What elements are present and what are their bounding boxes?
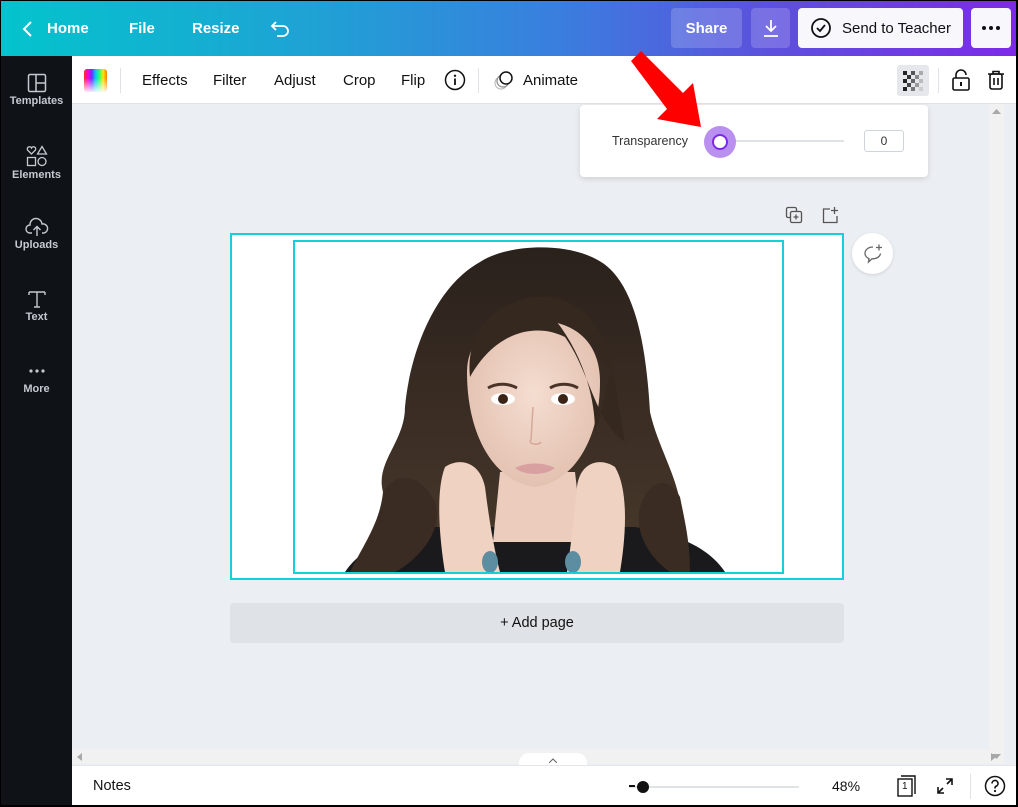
top-header: Home File Resize Share Send to Teacher [1, 1, 1016, 56]
elements-icon [26, 145, 48, 167]
duplicate-page-icon [785, 206, 803, 224]
help-button[interactable] [984, 775, 1006, 802]
sidebar-item-templates[interactable]: Templates [1, 73, 72, 137]
crop-button[interactable]: Crop [343, 56, 376, 104]
chevron-left-icon [22, 20, 32, 37]
send-to-teacher-button[interactable]: Send to Teacher [798, 8, 963, 48]
share-button[interactable]: Share [671, 8, 742, 48]
color-picker-swatch[interactable] [84, 69, 107, 92]
sidebar-item-uploads[interactable]: Uploads [1, 217, 72, 281]
file-menu-button[interactable]: File [129, 1, 155, 56]
bottom-divider [970, 774, 971, 799]
delete-button[interactable] [986, 56, 1006, 104]
zoom-percentage[interactable]: 48% [832, 778, 860, 794]
add-page-icon [822, 207, 838, 224]
flip-label: Flip [401, 71, 426, 89]
sidebar-item-elements[interactable]: Elements [1, 145, 72, 209]
zoom-slider-handle[interactable] [637, 781, 649, 793]
sidebar-label-elements: Elements [12, 169, 61, 181]
sidebar-label-uploads: Uploads [14, 239, 59, 251]
trash-icon [988, 70, 1004, 90]
filter-label: Filter [213, 71, 247, 89]
transparency-slider-handle[interactable] [712, 134, 728, 150]
page-count-button[interactable]: 1 [896, 774, 918, 803]
page-count: 1 [902, 781, 908, 792]
animate-icon [494, 71, 513, 90]
check-circle-icon [811, 18, 831, 38]
sidebar-item-more[interactable]: More [1, 361, 72, 425]
add-page-button[interactable]: + Add page [230, 603, 844, 643]
canva-editor-window: Home File Resize Share Send to Teacher T… [1, 1, 1016, 805]
filter-button[interactable]: Filter [213, 56, 246, 104]
red-arrow-annotation [631, 51, 701, 127]
info-button[interactable] [444, 56, 466, 104]
flip-button[interactable]: Flip [401, 56, 425, 104]
design-page[interactable] [230, 233, 844, 580]
undo-button[interactable] [269, 1, 291, 56]
transparency-label: Transparency [612, 134, 688, 148]
sidebar-label-text: Text [25, 311, 48, 323]
transparency-slider-track[interactable] [720, 140, 844, 142]
more-options-button[interactable] [971, 8, 1011, 48]
toolbar-divider [478, 68, 479, 93]
download-button[interactable] [751, 8, 790, 48]
home-label: Home [47, 20, 89, 37]
adjust-button[interactable]: Adjust [274, 56, 316, 104]
portrait-photo [345, 247, 725, 572]
crop-label: Crop [343, 71, 376, 89]
send-to-teacher-label: Send to Teacher [842, 19, 951, 37]
zoom-slider-track[interactable] [629, 786, 799, 788]
zoom-slider-fill [629, 785, 635, 787]
add-comment-button[interactable] [852, 233, 893, 274]
bottom-bar: Notes 48% 1 [72, 765, 1016, 805]
image-edit-toolbar: Effects Filter Adjust Crop Flip Animate [72, 56, 1016, 104]
transparency-button[interactable] [897, 65, 929, 96]
effects-label: Effects [142, 71, 188, 89]
templates-icon [27, 73, 46, 93]
toolbar-divider [938, 68, 939, 93]
help-icon [984, 775, 1006, 797]
file-label: File [129, 20, 155, 37]
download-icon [763, 20, 778, 37]
add-page-icon-button[interactable] [821, 206, 839, 229]
lock-button[interactable] [951, 56, 971, 104]
unlock-icon [952, 69, 970, 91]
left-sidebar: Templates Elements Uploads Text More [1, 56, 72, 805]
vertical-scrollbar[interactable] [989, 104, 1004, 764]
resize-label: Resize [192, 20, 240, 37]
selected-image-element[interactable] [293, 240, 784, 574]
sidebar-label-templates: Templates [9, 95, 64, 107]
home-button[interactable]: Home [21, 1, 89, 56]
effects-button[interactable]: Effects [142, 56, 188, 104]
adjust-label: Adjust [274, 71, 316, 89]
text-icon [27, 291, 46, 308]
scroll-left-arrow-icon [77, 753, 82, 761]
animate-button[interactable]: Animate [493, 56, 578, 104]
transparency-value-input[interactable]: 0 [864, 130, 904, 152]
sidebar-label-more: More [23, 383, 50, 395]
animate-label: Animate [523, 71, 579, 89]
add-page-label: + Add page [500, 615, 574, 631]
duplicate-page-button[interactable] [785, 206, 803, 229]
more-horizontal-icon [28, 369, 45, 373]
notes-button[interactable]: Notes [93, 778, 131, 794]
info-icon [444, 69, 466, 91]
resize-button[interactable]: Resize [192, 1, 240, 56]
expand-icon [937, 778, 953, 794]
share-label: Share [685, 19, 728, 37]
scroll-right-arrow-icon [991, 753, 996, 761]
toolbar-divider [120, 68, 121, 93]
sidebar-item-text[interactable]: Text [1, 289, 72, 353]
chevron-up-icon [549, 757, 557, 763]
more-horizontal-icon [982, 26, 1000, 30]
upload-cloud-icon [24, 217, 48, 236]
comment-add-icon [863, 244, 882, 264]
transparency-checker-icon [903, 70, 923, 91]
fullscreen-button[interactable] [936, 777, 954, 800]
undo-icon [270, 20, 289, 37]
scroll-up-arrow-icon [992, 109, 1001, 114]
